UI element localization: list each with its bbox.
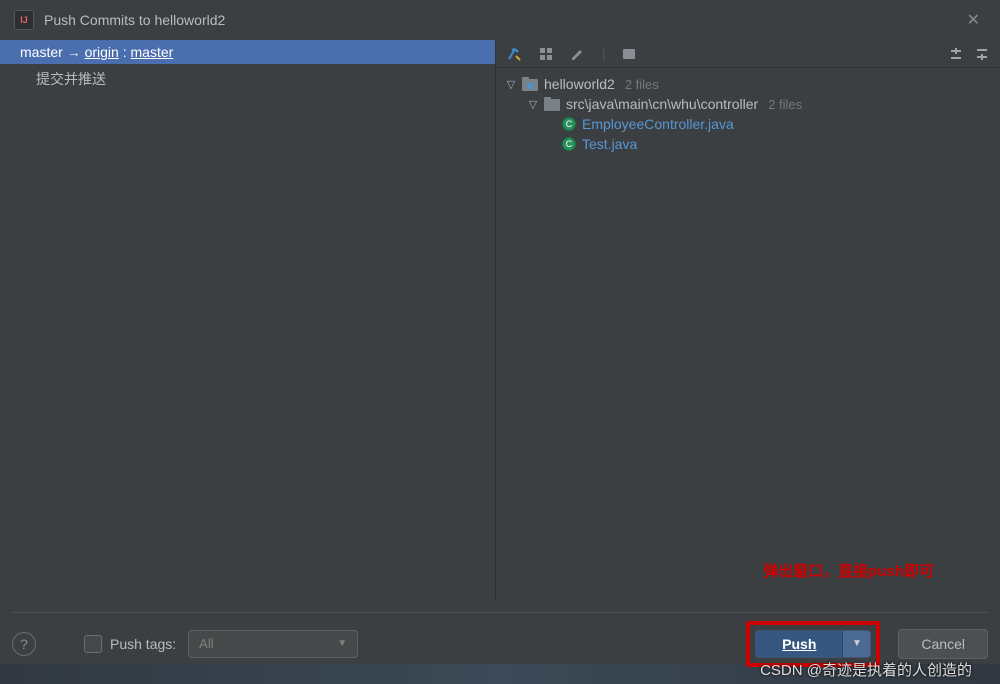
close-icon[interactable]: ✕ — [961, 6, 986, 34]
expand-all-icon[interactable] — [948, 46, 964, 62]
local-branch: master — [20, 44, 63, 60]
tree-node-label: src\java\main\cn\whu\controller — [566, 96, 758, 112]
push-tags-dropdown[interactable]: All ▼ — [188, 630, 358, 658]
commits-pane: master → origin : master 提交并推送 — [0, 40, 496, 600]
collapse-all-icon[interactable] — [974, 46, 990, 62]
files-toolbar: | — [496, 40, 1000, 68]
cancel-button[interactable]: Cancel — [898, 629, 988, 659]
push-split-button: Push ▼ — [755, 630, 871, 658]
module-icon — [522, 77, 538, 91]
tree-node-count: 2 files — [625, 77, 659, 92]
tree-file[interactable]: C EmployeeController.java — [500, 114, 996, 134]
push-tags-checkbox[interactable] — [84, 635, 102, 653]
remote-name-link[interactable]: origin — [85, 44, 119, 60]
colon: : — [119, 44, 131, 60]
tree-node-count: 2 files — [768, 97, 802, 112]
titlebar: Push Commits to helloworld2 ✕ — [0, 0, 1000, 40]
tree-file-label: Test.java — [582, 136, 637, 152]
group-icon[interactable] — [538, 46, 554, 62]
tree-folder[interactable]: ▽ src\java\main\cn\whu\controller 2 file… — [500, 94, 996, 114]
dropdown-value: All — [199, 636, 213, 651]
java-class-icon: C — [562, 137, 576, 151]
watermark: CSDN @奇迹是执着的人创造的 — [760, 659, 972, 680]
arrow-icon: → — [67, 44, 81, 60]
chevron-down-icon[interactable]: ▽ — [506, 78, 516, 91]
tree-root[interactable]: ▽ helloworld2 2 files — [500, 74, 996, 94]
tree-file-label: EmployeeController.java — [582, 116, 734, 132]
annotation-text: 弹出窗口，直接push即可 — [763, 560, 934, 581]
push-button[interactable]: Push — [756, 631, 842, 657]
chevron-down-icon: ▼ — [337, 638, 347, 649]
revert-icon[interactable] — [621, 46, 637, 62]
dialog-footer: ? Push tags: All ▼ Push ▼ Cancel — [12, 612, 988, 660]
help-button[interactable]: ? — [12, 632, 36, 656]
tree-node-label: helloworld2 — [544, 76, 615, 92]
commit-message[interactable]: 提交并推送 — [0, 64, 495, 94]
push-dropdown-arrow[interactable]: ▼ — [842, 631, 870, 657]
remote-branch-link[interactable]: master — [131, 44, 174, 60]
files-pane: | ▽ helloworld2 2 files — [496, 40, 1000, 600]
app-icon — [14, 10, 34, 30]
diff-icon[interactable] — [506, 46, 522, 62]
window-title: Push Commits to helloworld2 — [44, 12, 951, 28]
push-tags-label: Push tags: — [110, 636, 176, 652]
tree-file[interactable]: C Test.java — [500, 134, 996, 154]
java-class-icon: C — [562, 117, 576, 131]
edit-icon[interactable] — [570, 46, 586, 62]
file-tree: ▽ helloworld2 2 files ▽ src\java\main\cn… — [496, 68, 1000, 160]
folder-icon — [544, 97, 560, 111]
chevron-down-icon[interactable]: ▽ — [528, 98, 538, 111]
branch-spec-row[interactable]: master → origin : master — [0, 40, 495, 64]
